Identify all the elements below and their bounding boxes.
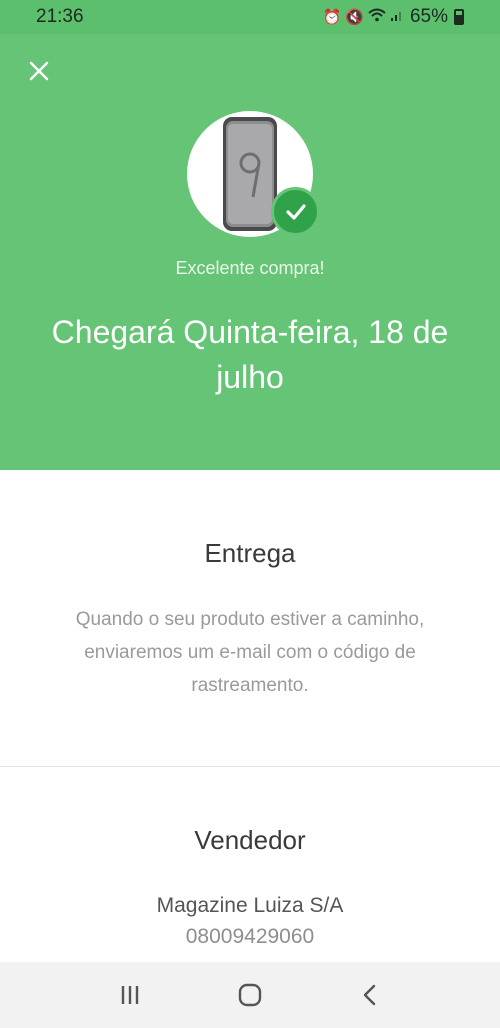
delivery-title: Entrega	[204, 538, 296, 568]
alarm-icon: ⏰	[322, 9, 342, 26]
battery-icon	[454, 9, 464, 25]
status-time: 21:36	[36, 6, 84, 27]
status-icons: ⏰ 🔇	[323, 8, 404, 26]
system-nav-bar	[0, 962, 500, 1028]
status-bar: 21:36 ⏰ 🔇 65%	[0, 0, 500, 34]
seller-name: Magazine Luiza S/A	[156, 894, 344, 917]
success-badge	[271, 187, 320, 236]
success-subtitle: Excelente compra!	[175, 258, 325, 278]
delivery-description: Quando o seu produto estiver a caminho, …	[75, 609, 425, 696]
confirmation-header: Excelente compra! Chegará Quinta-feira, …	[0, 34, 500, 470]
section-divider	[0, 766, 500, 767]
close-icon	[29, 61, 49, 81]
seller-phone[interactable]: 08009429060	[0, 925, 500, 949]
wifi-icon	[368, 8, 386, 26]
recent-apps-button[interactable]	[110, 975, 150, 1015]
battery-percent: 65%	[409, 6, 448, 27]
check-icon	[285, 203, 306, 220]
home-icon	[238, 983, 262, 1007]
signal-icon	[390, 8, 404, 26]
seller-title: Vendedor	[194, 825, 306, 855]
mute-icon: 🔇	[345, 9, 364, 26]
home-button[interactable]	[230, 975, 270, 1015]
recent-apps-icon	[121, 986, 139, 1004]
close-button[interactable]	[24, 56, 54, 86]
back-icon	[363, 984, 376, 1006]
back-button[interactable]	[350, 975, 390, 1015]
delivery-date-headline: Chegará Quinta-feira, 18 de julho	[51, 314, 449, 395]
status-indicators: ⏰ 🔇 65%	[323, 6, 464, 28]
